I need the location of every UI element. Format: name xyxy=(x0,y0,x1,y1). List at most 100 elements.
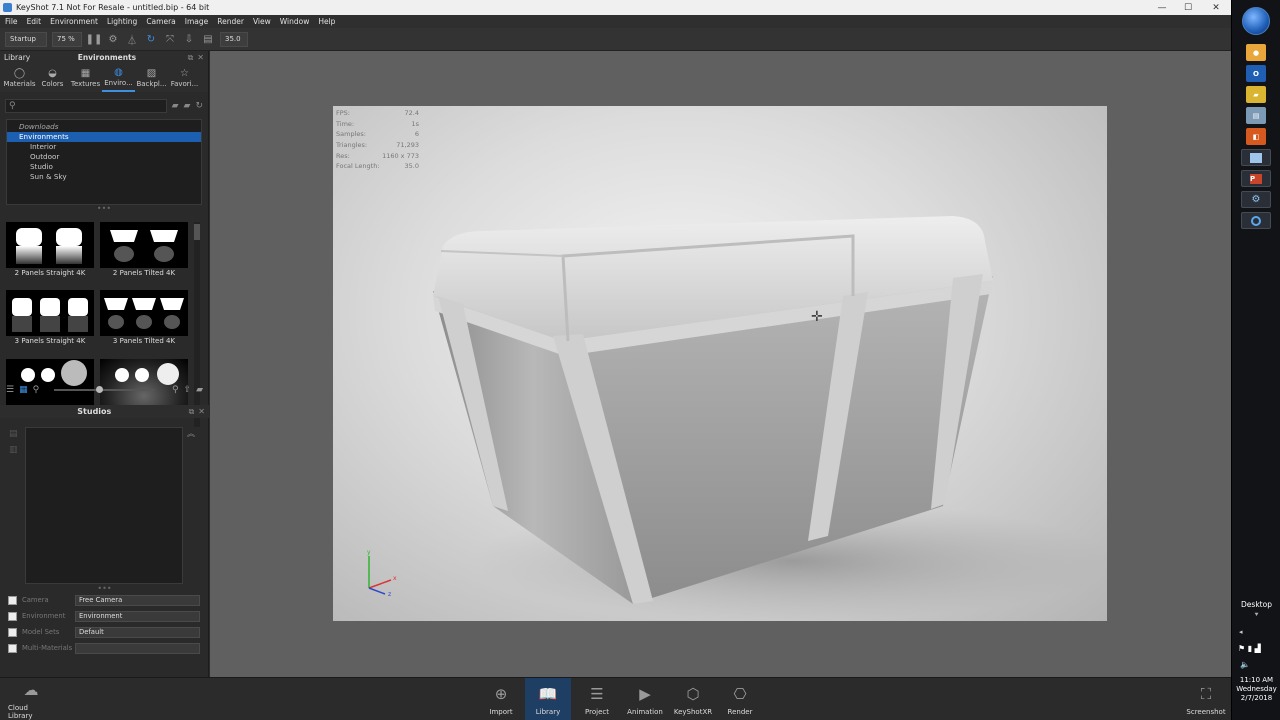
desktop-toolbar-label[interactable]: Desktop xyxy=(1232,600,1280,609)
thumbnail-3-panels-straight[interactable]: 3 Panels Straight 4K xyxy=(6,290,94,347)
tree-item-outdoor[interactable]: Outdoor xyxy=(7,152,201,162)
camera-select[interactable]: Free Camera xyxy=(75,594,200,606)
environment-select[interactable]: Environment xyxy=(75,610,200,622)
flag-icon[interactable]: ⚑ xyxy=(1238,644,1245,653)
library-button[interactable]: 📖 Library xyxy=(525,678,571,720)
maximize-button[interactable]: ☐ xyxy=(1175,0,1201,15)
menu-camera[interactable]: Camera xyxy=(146,17,175,26)
keyshotxr-button[interactable]: ⬡ KeyShotXR xyxy=(670,678,716,720)
menu-render[interactable]: Render xyxy=(217,17,244,26)
outlook-taskbar-icon[interactable]: O xyxy=(1246,65,1266,82)
close-button[interactable]: ✕ xyxy=(1201,0,1231,15)
case-model[interactable] xyxy=(333,106,1107,621)
network-icon[interactable]: ▟ xyxy=(1255,644,1261,653)
scrollbar-thumb[interactable] xyxy=(194,224,200,240)
thumbnail-2-panels-tilted[interactable]: 2 Panels Tilted 4K xyxy=(100,222,188,279)
app-gear-taskbar-icon[interactable]: ⚙ xyxy=(1241,191,1271,208)
thumbnail-3-panels-tilted[interactable]: 3 Panels Tilted 4K xyxy=(100,290,188,347)
menu-lighting[interactable]: Lighting xyxy=(107,17,137,26)
battery-icon[interactable]: ▮ xyxy=(1248,644,1252,653)
studios-undock-icon[interactable]: ⧉ xyxy=(189,407,195,417)
menu-image[interactable]: Image xyxy=(185,17,209,26)
cloud-library-button[interactable]: ☁ Cloud Library xyxy=(8,678,54,720)
clock[interactable]: 11:10 AM Wednesday 2/7/2018 xyxy=(1232,676,1280,703)
collapse-up-icon[interactable]: ︽ xyxy=(187,428,195,439)
model-sets-checkbox[interactable] xyxy=(8,627,17,637)
tab-favorites[interactable]: ☆ Favori... xyxy=(168,64,201,92)
multi-materials-select[interactable] xyxy=(75,642,200,654)
library-search-row: ⚲ ▰ ▰ ↻ xyxy=(0,98,208,114)
tab-backplates[interactable]: ▨ Backpl... xyxy=(135,64,168,92)
preset-select[interactable]: Startup xyxy=(5,31,47,47)
add-folder-icon[interactable]: ▰ xyxy=(172,101,179,111)
splitter-handle[interactable]: ••• xyxy=(0,205,208,213)
tab-textures[interactable]: ▦ Textures xyxy=(69,64,102,92)
refresh-icon[interactable]: ↻ xyxy=(144,32,158,46)
volume-icon[interactable]: 🔈 xyxy=(1240,660,1250,669)
tree-item-downloads[interactable]: Downloads xyxy=(7,122,201,132)
project-button[interactable]: ☰ Project xyxy=(575,678,619,720)
menu-file[interactable]: File xyxy=(5,17,18,26)
multi-materials-checkbox[interactable] xyxy=(8,643,17,653)
menu-environment[interactable]: Environment xyxy=(50,17,98,26)
real-time-viewport[interactable]: FPS: 72.4 Time: 1s Samples: 6 Triangles: 71,… xyxy=(210,51,1231,677)
thumbnail-size-slider[interactable] xyxy=(54,386,155,393)
powerpoint-taskbar-icon[interactable]: P xyxy=(1241,170,1271,187)
thumbnail-2-panels-straight[interactable]: 2 Panels Straight 4K xyxy=(6,222,94,279)
tab-materials[interactable]: ◯ Materials xyxy=(3,64,36,92)
chevron-down-icon[interactable]: ⯆ xyxy=(1232,611,1280,620)
tree-item-studio[interactable]: Studio xyxy=(7,162,201,172)
camera-checkbox[interactable] xyxy=(8,595,17,605)
explorer-taskbar-icon[interactable]: ▰ xyxy=(1246,86,1266,103)
app-taskbar-icon[interactable]: ▤ xyxy=(1246,107,1266,124)
zoom-in-icon[interactable]: ⚲ xyxy=(172,385,179,395)
menu-edit[interactable]: Edit xyxy=(27,17,42,26)
tree-item-sun-sky[interactable]: Sun & Sky xyxy=(7,172,201,182)
menu-window[interactable]: Window xyxy=(280,17,310,26)
delete-studio-icon[interactable]: ▥ xyxy=(9,445,18,455)
add-studio-icon[interactable]: ▤ xyxy=(9,429,18,439)
slider-knob[interactable] xyxy=(96,386,104,393)
panel-close-icon[interactable]: ✕ xyxy=(197,53,204,62)
menu-view[interactable]: View xyxy=(253,17,271,26)
render-view[interactable]: FPS: 72.4 Time: 1s Samples: 6 Triangles: 71,… xyxy=(333,106,1107,621)
grid-view-icon[interactable]: ▦ xyxy=(19,385,28,395)
render-button[interactable]: ⎔ Render xyxy=(719,678,761,720)
windows-start-button[interactable] xyxy=(1242,7,1270,35)
fit-view-icon[interactable]: ⤧ xyxy=(163,32,177,46)
import-folder-icon[interactable]: ▰ xyxy=(184,101,191,111)
app-window-taskbar-icon[interactable] xyxy=(1241,149,1271,166)
studios-list[interactable] xyxy=(25,427,183,584)
keyshot-taskbar-icon[interactable] xyxy=(1241,212,1271,229)
animation-button[interactable]: ▶ Animation xyxy=(622,678,668,720)
library-panel: Library Environments ⧉ ✕ ◯ Materials ◒ Col… xyxy=(0,51,209,677)
screenshot-button[interactable]: ⛶ Screenshot xyxy=(1185,678,1227,720)
refresh-library-icon[interactable]: ↻ xyxy=(195,101,203,111)
library-search-input[interactable]: ⚲ xyxy=(5,99,167,113)
upload-icon[interactable]: ⇧ xyxy=(184,385,192,395)
focal-length-input[interactable]: 35.0 xyxy=(220,31,248,47)
tree-item-environments[interactable]: Environments xyxy=(7,132,201,142)
undock-icon[interactable]: ⧉ xyxy=(188,53,194,63)
region-render-icon[interactable]: ⏃ xyxy=(125,32,139,47)
tray-expand-icon[interactable]: ◂ xyxy=(1239,628,1243,636)
chrome-taskbar-icon[interactable]: ● xyxy=(1246,44,1266,61)
performance-mode-icon[interactable]: ⚙ xyxy=(106,32,120,46)
studios-close-icon[interactable]: ✕ xyxy=(198,407,205,416)
tab-colors[interactable]: ◒ Colors xyxy=(36,64,69,92)
environment-checkbox[interactable] xyxy=(8,611,17,621)
move-down-icon[interactable]: ⇩ xyxy=(182,32,196,46)
minimize-button[interactable]: — xyxy=(1149,0,1175,15)
office-taskbar-icon[interactable]: ◧ xyxy=(1246,128,1266,145)
tab-environments[interactable]: ◍ Enviro... xyxy=(102,64,135,92)
folder-icon[interactable]: ▰ xyxy=(196,385,203,395)
menu-help[interactable]: Help xyxy=(318,17,335,26)
hud-row-resolution: Res: 1160 x 773 xyxy=(336,152,419,163)
model-sets-select[interactable]: Default xyxy=(75,626,200,638)
zoom-select[interactable]: 75 % xyxy=(52,31,82,47)
pause-icon[interactable]: ❚❚ xyxy=(86,32,103,46)
list-view-icon[interactable]: ☰ xyxy=(6,385,14,395)
import-button[interactable]: ⊕ Import xyxy=(480,678,522,720)
tree-item-interior[interactable]: Interior xyxy=(7,142,201,152)
zoom-out-icon[interactable]: ⚲ xyxy=(33,385,40,395)
